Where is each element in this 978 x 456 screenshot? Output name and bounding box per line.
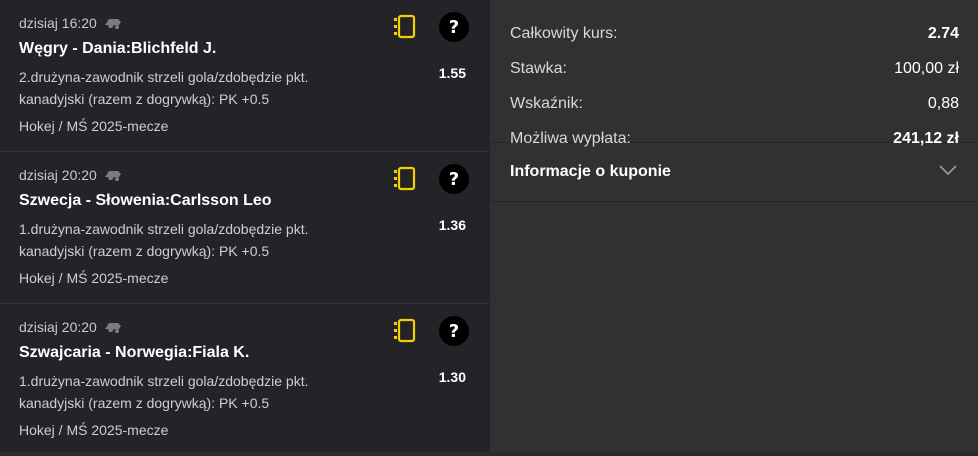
bet-odds: 1.55 bbox=[438, 65, 466, 81]
help-button[interactable]: ? bbox=[439, 316, 469, 346]
bet-market: 1.drużyna-zawodnik strzeli gola/zdobędzi… bbox=[19, 370, 369, 414]
bet-odds: 1.30 bbox=[438, 369, 466, 385]
coupon-info-label: Informacje o kuponie bbox=[510, 163, 671, 180]
help-button[interactable]: ? bbox=[439, 12, 469, 42]
payout-value: 241,12 zł bbox=[893, 129, 959, 147]
total-odds-row: Całkowity kurs: 2.74 bbox=[510, 16, 959, 51]
ratio-row: Wskaźnik: 0,88 bbox=[510, 86, 959, 121]
note-icon[interactable] bbox=[393, 166, 417, 192]
hockey-icon bbox=[103, 168, 123, 182]
ratio-value: 0,88 bbox=[927, 94, 959, 112]
total-odds-value: 2.74 bbox=[927, 24, 959, 42]
bet-market-line: kanadyjski (razem z dogrywką): PK +0.5 bbox=[19, 395, 270, 411]
bet-match: Szwecja - Słowenia:Carlsson Leo bbox=[19, 192, 272, 209]
coupon-info-toggle[interactable]: Informacje o kuponie bbox=[490, 143, 978, 202]
bet-item: dzisiaj 20:20 Szwajcaria - Norwegia:Fial… bbox=[0, 304, 489, 456]
help-icon: ? bbox=[448, 16, 460, 38]
hockey-icon bbox=[103, 320, 123, 334]
bet-market-line: 1.drużyna-zawodnik strzeli gola/zdobędzi… bbox=[19, 373, 309, 389]
note-icon[interactable] bbox=[393, 14, 417, 40]
bet-time: dzisiaj 20:20 bbox=[19, 167, 97, 183]
help-icon: ? bbox=[448, 320, 460, 342]
ratio-label: Wskaźnik: bbox=[510, 94, 583, 112]
bet-item: dzisiaj 20:20 Szwecja - Słowenia:Carlsso… bbox=[0, 152, 489, 304]
stake-row: Stawka: 100,00 zł bbox=[510, 51, 959, 86]
coupon-view: dzisiaj 16:20 Węgry - Dania:Blichfeld J.… bbox=[0, 0, 978, 452]
chevron-down-icon bbox=[938, 163, 958, 181]
help-button[interactable]: ? bbox=[439, 164, 469, 194]
coupon-summary-panel: Całkowity kurs: 2.74 Stawka: 100,00 zł W… bbox=[489, 0, 978, 452]
payout-label: Możliwa wypłata: bbox=[510, 129, 631, 147]
bet-market-line: kanadyjski (razem z dogrywką): PK +0.5 bbox=[19, 91, 270, 107]
bet-market-line: 1.drużyna-zawodnik strzeli gola/zdobędzi… bbox=[19, 221, 309, 237]
bet-market-line: kanadyjski (razem z dogrywką): PK +0.5 bbox=[19, 243, 270, 259]
bet-market: 2.drużyna-zawodnik strzeli gola/zdobędzi… bbox=[19, 66, 369, 110]
bet-time: dzisiaj 16:20 bbox=[19, 15, 97, 31]
help-icon: ? bbox=[448, 168, 460, 190]
hockey-icon bbox=[103, 16, 123, 30]
bet-odds: 1.36 bbox=[438, 217, 466, 233]
bet-time: dzisiaj 20:20 bbox=[19, 319, 97, 335]
note-icon[interactable] bbox=[393, 318, 417, 344]
bet-item: dzisiaj 16:20 Węgry - Dania:Blichfeld J.… bbox=[0, 0, 489, 152]
bet-match: Szwajcaria - Norwegia:Fiala K. bbox=[19, 344, 250, 361]
bet-match: Węgry - Dania:Blichfeld J. bbox=[19, 40, 217, 57]
bet-list: dzisiaj 16:20 Węgry - Dania:Blichfeld J.… bbox=[0, 0, 489, 452]
stake-value: 100,00 zł bbox=[894, 59, 959, 77]
bet-league: Hokej / MŚ 2025-mecze bbox=[19, 118, 169, 134]
total-odds-label: Całkowity kurs: bbox=[510, 24, 618, 42]
bet-league: Hokej / MŚ 2025-mecze bbox=[19, 270, 169, 286]
coupon-summary: Całkowity kurs: 2.74 Stawka: 100,00 zł W… bbox=[490, 0, 978, 147]
bet-league: Hokej / MŚ 2025-mecze bbox=[19, 422, 169, 438]
bet-market: 1.drużyna-zawodnik strzeli gola/zdobędzi… bbox=[19, 218, 369, 262]
bet-market-line: 2.drużyna-zawodnik strzeli gola/zdobędzi… bbox=[19, 69, 309, 85]
stake-label: Stawka: bbox=[510, 59, 567, 77]
